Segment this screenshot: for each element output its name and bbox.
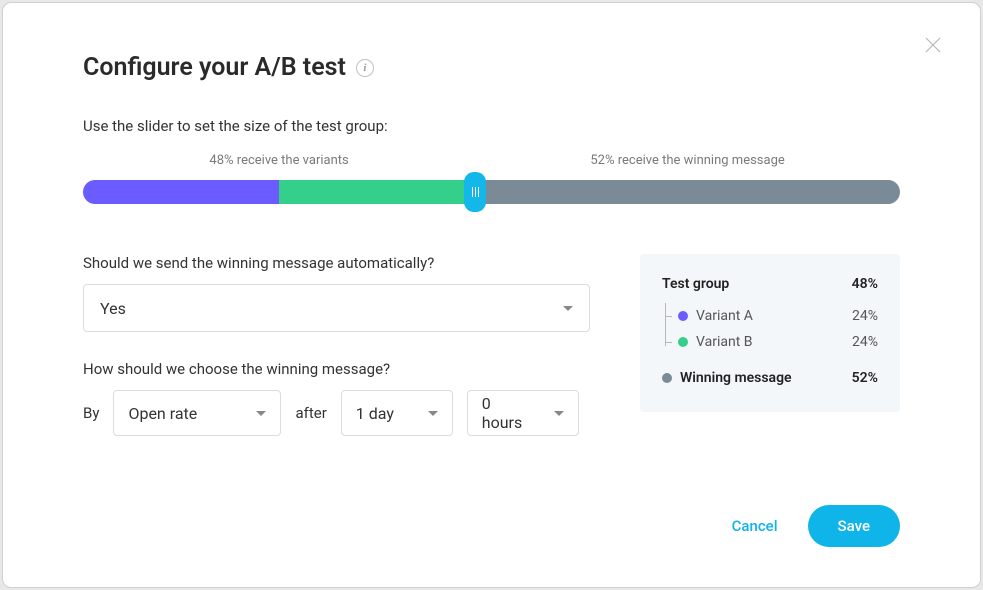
summary-winning-label: Winning message [680, 370, 792, 386]
slider-segment-variant-b [279, 180, 475, 204]
by-label: By [83, 404, 99, 422]
summary-variant-b-pct: 24% [852, 334, 878, 350]
page-title: Configure your A/B test [83, 53, 346, 82]
auto-send-question: Should we send the winning message autom… [83, 254, 590, 272]
winner-days-select[interactable]: 1 day [341, 390, 453, 436]
summary-variant-b-label: Variant B [696, 334, 753, 350]
save-button[interactable]: Save [808, 505, 900, 547]
chevron-down-icon [256, 411, 266, 416]
close-icon[interactable] [921, 33, 945, 57]
summary-variant-a-pct: 24% [852, 308, 878, 324]
slider-instruction: Use the slider to set the size of the te… [83, 117, 900, 135]
dot-icon [678, 337, 688, 347]
summary-winning-row: Winning message 52% [662, 370, 878, 386]
summary-variant-a-label: Variant A [696, 308, 753, 324]
after-label: after [295, 404, 326, 422]
test-group-slider[interactable] [83, 180, 900, 204]
summary-test-group-row: Test group 48% [662, 276, 878, 292]
dot-icon [678, 311, 688, 321]
dot-icon [662, 373, 672, 383]
winner-hours-value: 0 hours [482, 394, 534, 432]
slider-segment-winning [475, 180, 900, 204]
summary-variant-a-row: Variant A 24% [678, 308, 878, 324]
title-row: Configure your A/B test i [83, 53, 900, 82]
summary-variant-b-row: Variant B 24% [678, 334, 878, 350]
winner-metric-value: Open rate [128, 404, 197, 423]
modal-footer: Cancel Save [732, 505, 900, 547]
ab-test-modal: Configure your A/B test i Use the slider… [3, 3, 980, 587]
summary-test-group-pct: 48% [852, 276, 878, 292]
winner-hours-select[interactable]: 0 hours [467, 390, 579, 436]
cancel-button[interactable]: Cancel [732, 517, 778, 535]
auto-send-value: Yes [100, 299, 126, 318]
slider-right-label: 52% receive the winning message [475, 153, 900, 168]
winner-days-value: 1 day [356, 404, 394, 423]
slider-handle[interactable] [464, 172, 486, 212]
winner-metric-select[interactable]: Open rate [113, 390, 281, 436]
slider-segment-variant-a [83, 180, 279, 204]
summary-winning-pct: 52% [852, 370, 878, 386]
auto-send-select[interactable]: Yes [83, 284, 590, 332]
chevron-down-icon [563, 306, 573, 311]
chevron-down-icon [428, 411, 438, 416]
info-icon[interactable]: i [356, 59, 374, 77]
winner-question: How should we choose the winning message… [83, 360, 590, 378]
chevron-down-icon [554, 411, 564, 416]
slider-left-label: 48% receive the variants [83, 153, 475, 168]
summary-test-group-label: Test group [662, 276, 729, 292]
slider-labels: 48% receive the variants 52% receive the… [83, 153, 900, 168]
summary-panel: Test group 48% Variant A 24% Variant B 2… [640, 254, 900, 412]
